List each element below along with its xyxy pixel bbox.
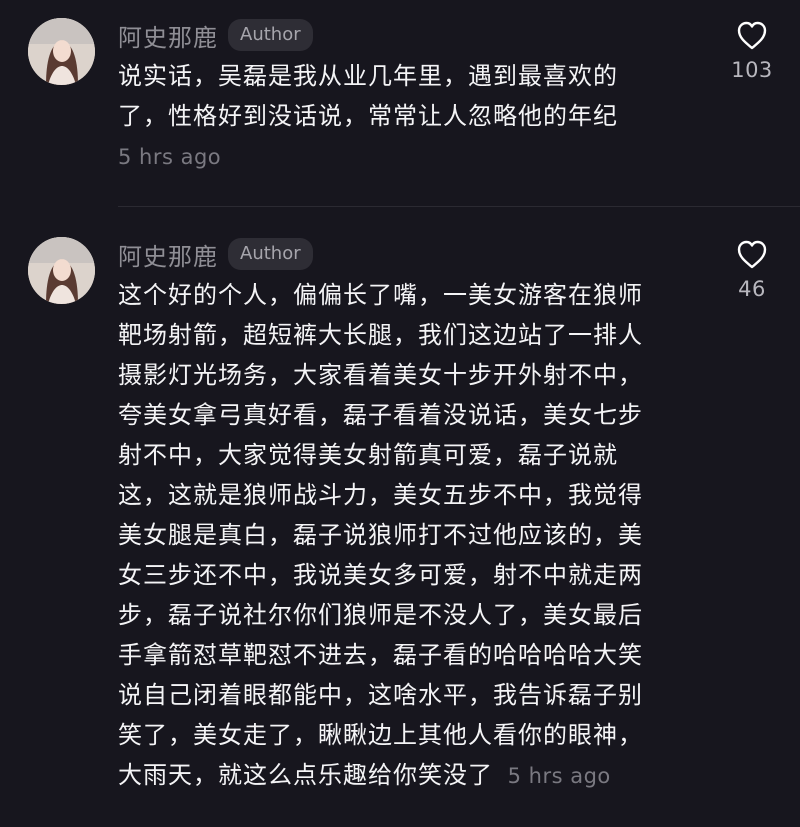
comment-line: 说自己闭着眼都能中，这啥水平，我告诉磊子别 [118,681,643,709]
comment-line: 靶场射箭，超短裤大长腿，我们这边站了一排人 [118,321,643,349]
avatar-icon [28,18,95,85]
author-name[interactable]: 阿史那鹿 [118,237,218,272]
comment-divider [118,206,800,207]
comment-header: 阿史那鹿 Author [118,17,313,53]
comment-line: 了，性格好到没话说，常常让人忽略他的年纪 [118,102,618,130]
comment-line: 大雨天，就这么点乐趣给你笑没了 [118,761,493,789]
comment-header: 阿史那鹿 Author [118,236,313,272]
comment-timestamp: 5 hrs ago [118,145,222,169]
comment-line: 射不中，大家觉得美女射箭真可爱，磊子说就 [118,441,618,469]
comment-line: 夸美女拿弓真好看，磊子看着没说话，美女七步 [118,401,643,429]
like-count: 103 [731,58,773,82]
comment-line: 步，磊子说社尔你们狼师是不没人了，美女最后 [118,601,643,629]
avatar[interactable] [28,237,95,304]
comment-line: 摄影灯光场务，大家看着美女十步开外射不中， [118,361,643,389]
like-count: 46 [738,277,766,301]
comment-timestamp: 5 hrs ago [507,764,611,788]
like-button[interactable]: 103 [726,20,778,82]
author-badge: Author [228,19,313,51]
comment-line: 这个好的个人，偏偏长了嘴，一美女游客在狼师 [118,281,643,309]
avatar-icon [28,237,95,304]
like-button[interactable]: 46 [726,239,778,301]
comment-line: 说实话，吴磊是我从业几年里，遇到最喜欢的 [118,62,618,90]
comment-line: 美女腿是真白，磊子说狼师打不过他应该的，美 [118,521,643,549]
comment-line: 笑了，美女走了，瞅瞅边上其他人看你的眼神， [118,721,643,749]
heart-outline-icon [737,240,767,269]
comment-body: 这个好的个人，偏偏长了嘴，一美女游客在狼师 靶场射箭，超短裤大长腿，我们这边站了… [118,275,688,796]
author-name[interactable]: 阿史那鹿 [118,18,218,53]
comment-line: 女三步还不中，我说美女多可爱，射不中就走两 [118,561,643,589]
comment-body: 说实话，吴磊是我从业几年里，遇到最喜欢的 了，性格好到没话说，常常让人忽略他的年… [118,56,688,177]
comment-line: 这，这就是狼师战斗力，美女五步不中，我觉得 [118,481,643,509]
avatar[interactable] [28,18,95,85]
author-badge: Author [228,238,313,270]
comment-line: 手拿箭怼草靶怼不进去，磊子看的哈哈哈哈大笑 [118,641,643,669]
heart-outline-icon [737,21,767,50]
